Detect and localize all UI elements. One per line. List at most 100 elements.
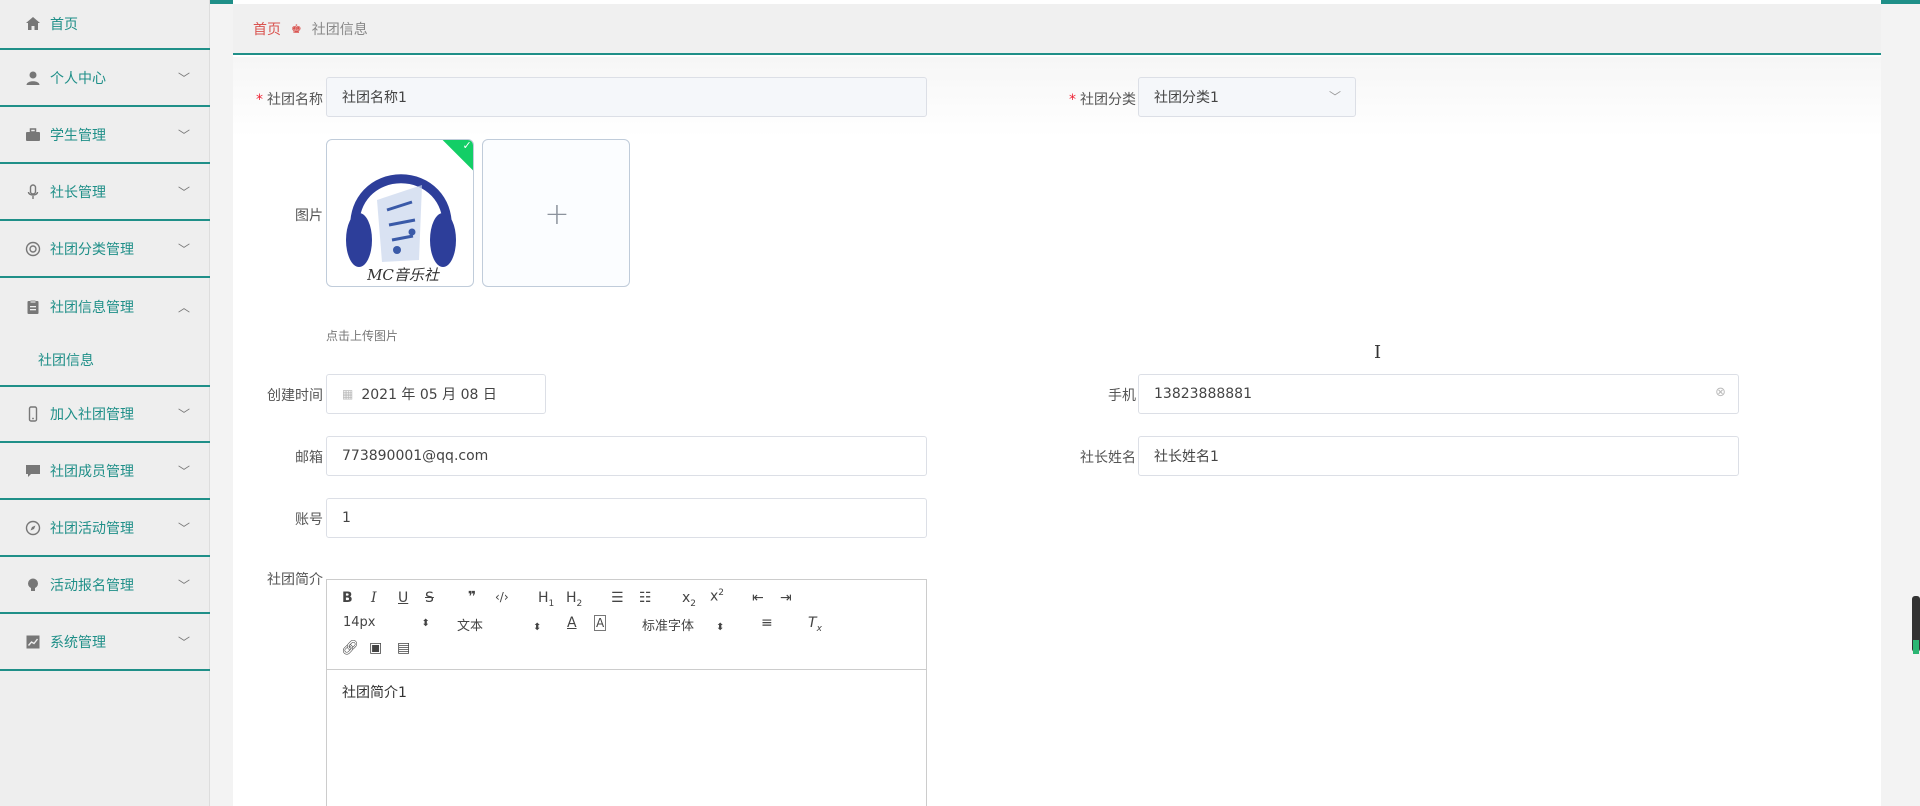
sidebar-item-member-management[interactable]: 社团成员管理 ﹀ (0, 444, 210, 500)
account-field[interactable]: 1 (326, 498, 927, 538)
select-arrows-icon: ⬍ (716, 622, 725, 633)
chart-icon (24, 633, 42, 651)
email-label: 邮箱 (295, 450, 323, 466)
breadcrumb-home-link[interactable]: 首页 (253, 19, 281, 39)
sidebar-item-label: 系统管理 (50, 635, 106, 651)
heading2-icon[interactable]: H2 (566, 590, 582, 609)
clear-icon[interactable]: ⊗ (1715, 385, 1726, 400)
president-name-label: 社长姓名 (1080, 450, 1136, 466)
upload-image-button[interactable]: + (482, 139, 630, 287)
font-color-icon[interactable]: A (567, 615, 577, 631)
phone-field[interactable]: 13823888881 ⊗ (1138, 374, 1739, 414)
phone-label: 手机 (1108, 388, 1136, 404)
sidebar-item-label: 首页 (50, 17, 78, 33)
email-field[interactable]: 773890001@qq.com (326, 436, 927, 476)
select-arrows-icon: ⬍ (421, 618, 430, 629)
indent-icon[interactable]: ⇥ (780, 590, 792, 606)
compass-icon (24, 519, 42, 537)
sidebar-item-label: 社团活动管理 (50, 521, 134, 537)
sidebar-item-activity-management[interactable]: 社团活动管理 ﹀ (0, 501, 210, 557)
sidebar-item-system-management[interactable]: 系统管理 ﹀ (0, 615, 210, 671)
uploaded-image-thumbnail[interactable]: MC音乐社 ✓ (326, 139, 474, 287)
chevron-down-icon: ﹀ (177, 185, 190, 200)
svg-text:MC音乐社: MC音乐社 (366, 266, 441, 284)
sidebar-item-label: 学生管理 (50, 128, 106, 144)
sidebar-item-club-info-management[interactable]: 社团信息管理 ︿ (0, 279, 210, 335)
briefcase-icon (24, 126, 42, 144)
video-icon[interactable]: ▤ (397, 640, 410, 656)
chevron-down-icon: ﹀ (177, 635, 190, 650)
chevron-down-icon: ﹀ (177, 128, 190, 143)
underline-icon[interactable]: U (398, 590, 408, 606)
image-icon[interactable]: ▣ (369, 640, 382, 656)
chevron-down-icon: ﹀ (177, 242, 190, 257)
sidebar-item-category-management[interactable]: 社团分类管理 ﹀ (0, 222, 210, 278)
sidebar-item-label: 社长管理 (50, 185, 106, 201)
sidebar-item-label: 个人中心 (50, 71, 106, 87)
subscript-icon[interactable]: x2 (682, 590, 696, 609)
image-label: 图片 (295, 208, 323, 224)
outdent-icon[interactable]: ⇤ (752, 590, 764, 606)
code-block-icon[interactable]: ‹/› (495, 590, 509, 604)
chevron-up-icon: ︿ (177, 300, 190, 315)
bulb-icon (24, 576, 42, 594)
link-icon[interactable]: 🔗︎ (341, 640, 359, 656)
align-icon[interactable]: ≡ (761, 615, 773, 631)
bullet-list-icon[interactable]: ☷ (639, 590, 652, 606)
sidebar-subitem-club-info[interactable]: 社团信息 (0, 335, 210, 385)
chevron-down-icon: ﹀ (177, 521, 190, 536)
breadcrumb: 首页 ♚ 社团信息 (233, 4, 1881, 55)
club-category-select[interactable]: 社团分类1 ﹀ (1138, 77, 1356, 117)
mouse-cursor: I (1374, 342, 1382, 363)
sidebar-item-home[interactable]: 首页 (0, 0, 210, 50)
sidebar-item-label: 加入社团管理 (50, 407, 134, 423)
font-size-select[interactable]: 14px ⬍ (343, 615, 430, 630)
breadcrumb-current: 社团信息 (311, 21, 368, 38)
sidebar-item-student-management[interactable]: 学生管理 ﹀ (0, 108, 210, 164)
italic-icon[interactable]: I (371, 590, 377, 606)
sidebar-item-president-management[interactable]: 社长管理 ﹀ (0, 165, 210, 221)
created-time-field[interactable]: ▦ 2021 年 05 月 08 日 (326, 374, 546, 414)
calendar-icon: ▦ (342, 387, 354, 401)
user-icon (24, 69, 42, 87)
superscript-icon[interactable]: x2 (710, 588, 724, 605)
strikethrough-icon[interactable]: S (425, 590, 434, 606)
breadcrumb-separator-icon: ♚ (291, 21, 302, 36)
block-type-select[interactable]: 文本 ⬍ (457, 615, 541, 634)
chat-icon (24, 462, 42, 480)
sidebar-item-join-management[interactable]: 加入社团管理 ﹀ (0, 387, 210, 443)
scrollbar-accent (1913, 640, 1919, 654)
music-club-logo: MC音乐社 (346, 174, 456, 284)
blockquote-icon[interactable]: ❞ (468, 589, 476, 605)
ordered-list-icon[interactable]: ☰ (611, 590, 624, 606)
microphone-icon (24, 183, 42, 201)
club-name-field[interactable]: 社团名称1 (326, 77, 927, 117)
check-icon: ✓ (462, 139, 472, 152)
chevron-down-icon: ﹀ (177, 71, 190, 86)
sidebar-subitem-label: 社团信息 (38, 353, 94, 369)
editor-toolbar: B I U S ❞ ‹/› H1 H2 ☰ ☷ x2 x2 ⇤ ⇥ 14px ⬍ … (327, 580, 926, 670)
sidebar-item-label: 社团分类管理 (50, 242, 134, 258)
home-icon (24, 15, 42, 33)
heading1-icon[interactable]: H1 (538, 590, 554, 609)
clear-format-icon[interactable]: Tx (808, 615, 822, 634)
club-category-label: * 社团分类 (1069, 92, 1136, 108)
font-family-select[interactable]: 标准字体 ⬍ (642, 615, 724, 634)
clipboard-icon (24, 298, 42, 316)
sidebar-item-personal-center[interactable]: 个人中心 ﹀ (0, 51, 210, 107)
chevron-down-icon: ﹀ (1328, 90, 1341, 104)
lifebuoy-icon (24, 240, 42, 258)
editor-content-text: 社团简介1 (342, 685, 407, 701)
editor-content[interactable]: 社团简介1 (327, 670, 926, 714)
sidebar-item-label: 活动报名管理 (50, 578, 134, 594)
plus-icon: + (544, 196, 570, 232)
bold-icon[interactable]: B (342, 590, 353, 606)
phone-icon (24, 405, 42, 423)
president-name-field[interactable]: 社长姓名1 (1138, 436, 1739, 476)
background-color-icon[interactable]: A (594, 615, 607, 631)
created-time-label: 创建时间 (267, 388, 323, 404)
sidebar-item-registration-management[interactable]: 活动报名管理 ﹀ (0, 558, 210, 614)
upload-hint: 点击上传图片 (326, 329, 399, 343)
intro-label: 社团简介 (267, 572, 323, 588)
select-arrows-icon: ⬍ (533, 622, 542, 633)
